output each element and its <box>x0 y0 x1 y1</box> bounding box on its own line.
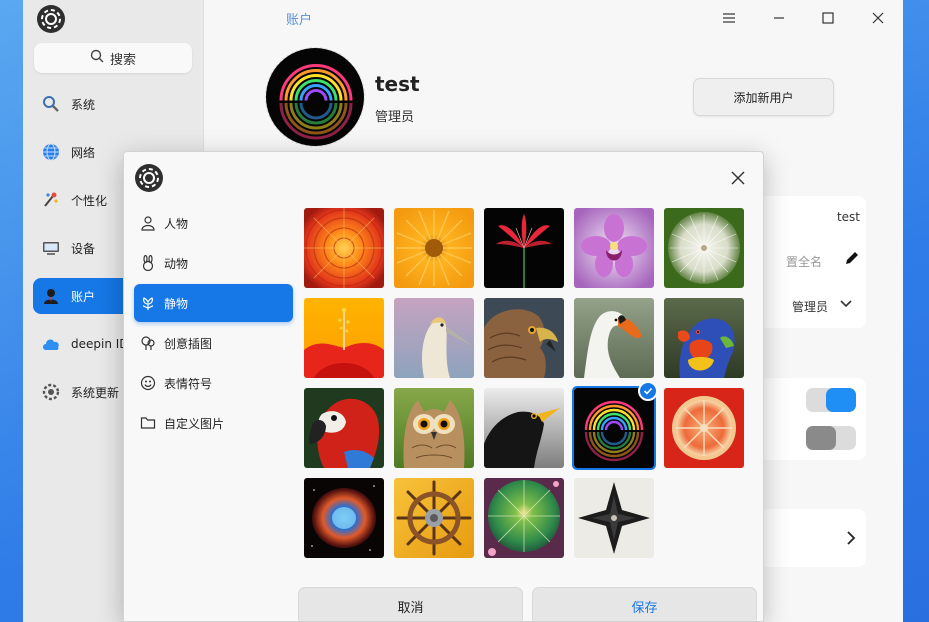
avatar-hibiscus[interactable] <box>304 298 384 378</box>
cancel-button[interactable]: 取消 <box>298 587 523 621</box>
sidebar-item-label: 设备 <box>71 241 96 256</box>
more-settings-card[interactable] <box>760 509 866 567</box>
category-people[interactable]: 人物 <box>134 204 293 242</box>
minimize-icon[interactable] <box>769 8 789 28</box>
account-detail-value: test <box>836 210 860 224</box>
avatar-geometric-star[interactable] <box>574 478 654 558</box>
avatar-gannet-bird[interactable] <box>394 298 474 378</box>
tree-icon <box>140 335 156 351</box>
avatar-owl[interactable] <box>394 388 474 468</box>
category-label: 动物 <box>164 256 189 271</box>
personalization-icon <box>41 190 61 210</box>
avatar-orange-flower[interactable] <box>394 208 474 288</box>
search-icon <box>90 49 104 67</box>
category-label: 自定义图片 <box>164 416 225 431</box>
account-info-card: test 置全名 管理员 <box>760 196 866 328</box>
account-icon <box>41 286 61 306</box>
account-type-select[interactable]: 管理员 <box>792 298 828 315</box>
avatar-hawk[interactable] <box>484 298 564 378</box>
sidebar-item-label: 系统 <box>71 97 96 112</box>
category-label: 静物 <box>164 296 189 311</box>
flower-icon <box>140 295 156 311</box>
sidebar-item-system[interactable]: 系统 <box>33 86 193 122</box>
device-icon <box>41 238 61 258</box>
avatar-neon-rainbow[interactable] <box>572 386 656 470</box>
avatar-swan[interactable] <box>574 298 654 378</box>
category-animals[interactable]: 动物 <box>134 244 293 282</box>
category-label: 人物 <box>164 216 189 231</box>
user-name: test <box>375 72 420 96</box>
sidebar-item-label: 个性化 <box>71 193 108 208</box>
settings-window: 搜索 系统 网络 个性化 设备 账户 deepin ID 系统更新 账户 tes… <box>23 0 903 622</box>
menu-icon[interactable] <box>719 8 739 28</box>
avatar-ship-wheel[interactable] <box>394 478 474 558</box>
network-icon <box>41 142 61 162</box>
search-field[interactable]: 搜索 <box>34 43 192 73</box>
folder-icon <box>140 415 156 431</box>
update-icon <box>41 382 61 402</box>
avatar-red-lily[interactable] <box>484 208 564 288</box>
fullname-field[interactable]: 置全名 <box>786 253 822 270</box>
category-still-life[interactable]: 静物 <box>134 284 293 322</box>
edit-pencil-icon[interactable] <box>844 250 860 269</box>
avatar-red-dahlia[interactable] <box>304 208 384 288</box>
toggle-card <box>760 378 866 460</box>
avatar-dandelion[interactable] <box>664 208 744 288</box>
avatar-helix-nebula[interactable] <box>304 478 384 558</box>
avatar-picker-dialog: 人物 动物 静物 创意插图 表情符号 自定义图片 取消 保存 <box>123 151 764 622</box>
system-icon <box>41 94 61 114</box>
category-illustration[interactable]: 创意插图 <box>134 324 293 362</box>
toggle-switch-off[interactable] <box>806 426 856 450</box>
add-user-button[interactable]: 添加新用户 <box>693 78 834 116</box>
sidebar-item-label: 网络 <box>71 145 96 160</box>
sidebar-item-label: deepin ID <box>71 337 129 351</box>
chevron-right-icon <box>846 531 856 548</box>
toggle-switch-on[interactable] <box>806 388 856 412</box>
dialog-close-icon[interactable] <box>728 168 748 188</box>
smiley-icon <box>140 375 156 391</box>
settings-app-icon <box>36 4 66 34</box>
search-label: 搜索 <box>109 52 136 68</box>
breadcrumb[interactable]: 账户 <box>286 9 312 28</box>
maximize-icon[interactable] <box>818 8 838 28</box>
sidebar-item-label: 系统更新 <box>71 385 120 400</box>
dialog-app-icon <box>134 163 164 193</box>
avatar-parrot[interactable] <box>304 388 384 468</box>
avatar-lorikeet[interactable] <box>664 298 744 378</box>
category-label: 创意插图 <box>164 336 213 351</box>
cloud-icon <box>41 334 61 354</box>
save-button[interactable]: 保存 <box>532 587 757 621</box>
rabbit-icon <box>140 255 156 271</box>
close-icon[interactable] <box>868 8 888 28</box>
category-custom[interactable]: 自定义图片 <box>134 404 293 442</box>
avatar-blackbird[interactable] <box>484 388 564 468</box>
avatar-blood-orange[interactable] <box>664 388 744 468</box>
user-role: 管理员 <box>375 110 415 125</box>
sidebar-item-label: 账户 <box>71 289 96 304</box>
user-avatar[interactable] <box>265 47 365 147</box>
avatar-purple-orchid[interactable] <box>574 208 654 288</box>
person-icon <box>140 215 156 231</box>
category-emoji[interactable]: 表情符号 <box>134 364 293 402</box>
selected-check-icon <box>638 381 658 401</box>
avatar-cactus[interactable] <box>484 478 564 558</box>
chevron-down-icon[interactable] <box>840 298 852 312</box>
category-label: 表情符号 <box>164 376 213 391</box>
